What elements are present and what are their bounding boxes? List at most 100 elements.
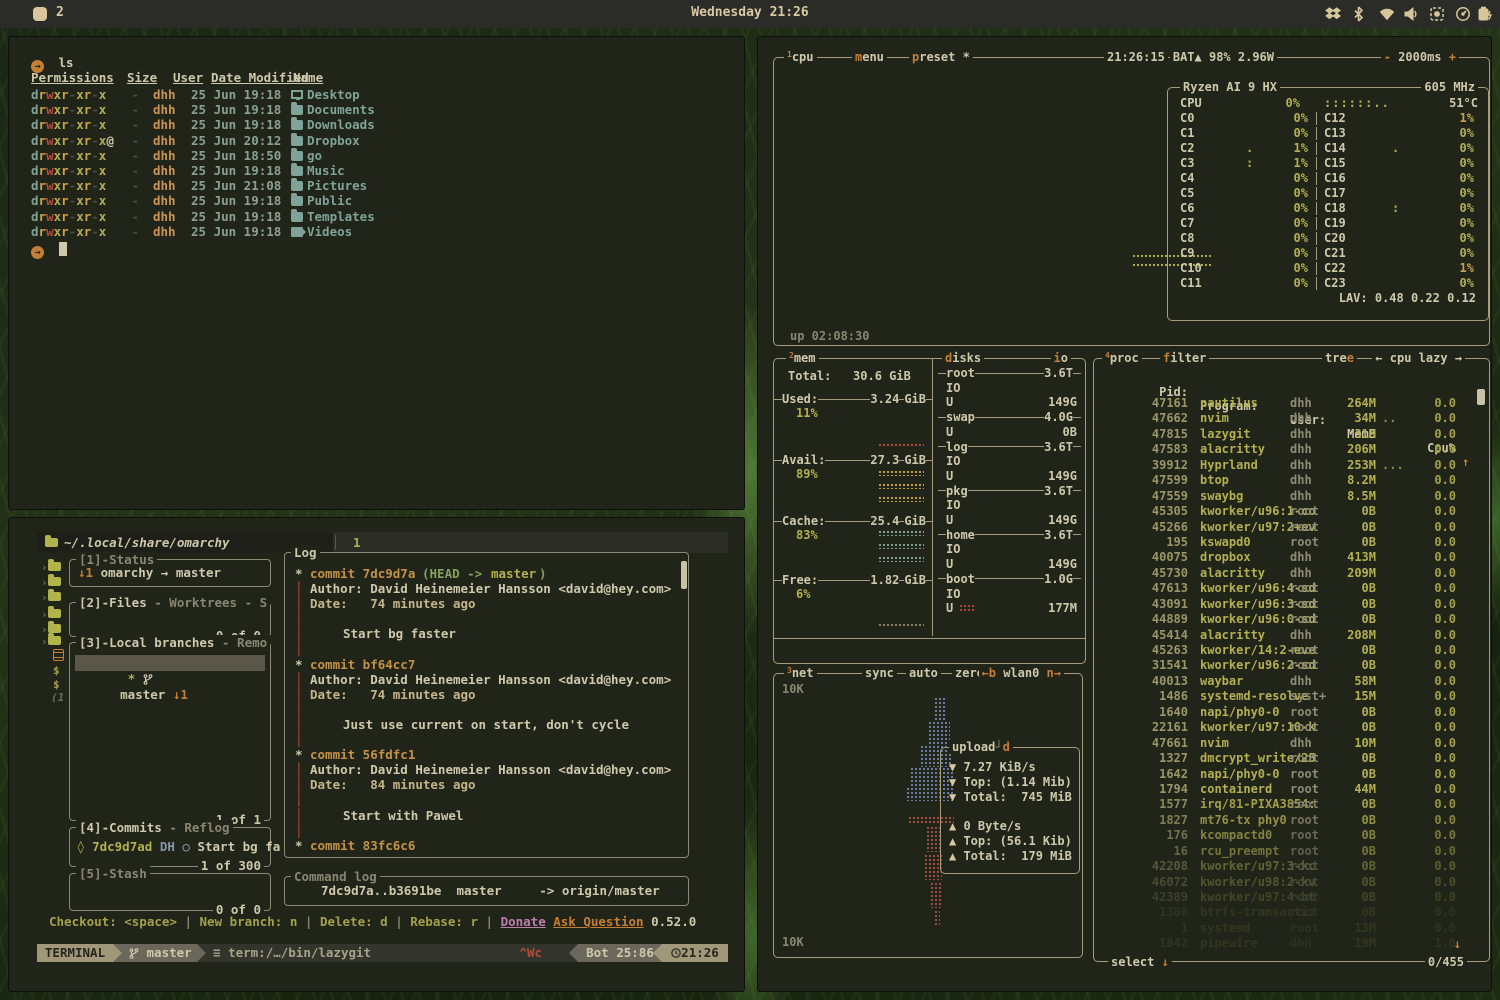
explorer-item-folder[interactable]: › [41,576,71,590]
process-row[interactable]: 47559swaybgdhh8.5M0.0 [1106,489,1472,504]
process-row[interactable]: 1827mt76-tx phy0root0B0.0 [1106,813,1472,828]
process-row[interactable]: 195kswapd0root0B0.0 [1106,535,1472,550]
panel-log[interactable]: Log *commit 7dc9d7a(HEAD -> master)│Auth… [284,552,689,858]
panel-command-log[interactable]: Command log 7dc9d7a..b3691be master -> o… [284,876,689,906]
process-row[interactable]: 1327dmcrypt_write/25root0B0.0 [1106,751,1472,766]
net-interface[interactable]: ←b wlan0 n→ [979,666,1065,680]
proc-scroll-arrow[interactable]: ↓ [1454,937,1461,951]
process-row[interactable]: 45266kworker/u97:2+evroot0B0.0 [1106,520,1472,535]
process-row[interactable]: 176kcompactd0root0B0.0 [1106,828,1472,843]
process-row[interactable]: 47583alacrittydhh206M0.0 [1106,442,1472,457]
bluetooth-icon[interactable] [1351,6,1368,22]
net-info-title[interactable]: upload┘d [949,740,1013,754]
process-row[interactable]: 1577irq/81-PIXA3854:root0B0.0 [1106,797,1472,812]
process-row[interactable]: 39912Hyprlanddhh253M...0.0 [1106,458,1472,473]
process-row[interactable]: 1systemdroot13M0.0 [1106,921,1472,936]
explorer-item-folder[interactable]: › [41,591,71,605]
log-commit-line[interactable]: *commit 83fc6c6 [295,838,678,853]
net-sync-toggle[interactable]: sync [862,666,897,680]
net-auto-toggle[interactable]: auto [906,666,941,680]
process-row[interactable]: 1640napi/phy0-0root0B0.0 [1106,705,1472,720]
ls-row: drwxr-xr-x@-dhh25 Jun 20:12Dropbox [31,133,731,148]
explorer-item-folder[interactable]: › [41,561,71,575]
cpu-gauge-icon[interactable] [1455,6,1472,22]
panel-status[interactable]: [1]-Status ↓1 omarchy → master [69,559,271,587]
screencast-icon[interactable] [1429,6,1446,22]
process-row[interactable]: 31541kworker/u96:2-sdroot0B0.0 [1106,658,1472,673]
process-row[interactable]: 1380btrfs-transactioroot0B0.0 [1106,905,1472,920]
wifi-icon[interactable] [1379,6,1396,22]
explorer-item-dollar[interactable]: $ [41,664,71,678]
update-interval[interactable]: - 2000ms + [1381,50,1459,64]
process-row[interactable]: 1842pipewiredhh19M1.0 [1106,936,1472,951]
status-row[interactable]: ↓1 omarchy → master [78,565,221,580]
proc-tree-toggle[interactable]: tree [1322,351,1357,365]
volume-icon[interactable] [1403,6,1420,22]
core-graph: . [1246,141,1253,156]
explorer-item-paren[interactable]: (1 [41,691,71,705]
log-scrollbar[interactable] [681,561,687,589]
process-row[interactable]: 47161nautilusdhh264M0.0 [1106,396,1472,411]
panel-stash[interactable]: [5]-Stash 0 of 0 [69,873,271,911]
donate-link[interactable]: Donate [501,914,546,929]
process-row[interactable]: 1794containerdroot44M0.0 [1106,782,1472,797]
process-row[interactable]: 45730alacrittydhh209M0.0 [1106,566,1472,581]
commit-row[interactable]: ◊ 7dc9d7ad DH ○ Start bg fa [77,839,280,854]
preset-button[interactable]: preset * [909,50,973,64]
process-row[interactable]: 46072kworker/u98:2-kvroot0B0.0 [1106,875,1472,890]
proc-filter-button[interactable]: filter [1160,351,1209,365]
panel-files[interactable]: [2]-Files - Worktrees - S 0 of 0 [69,602,271,637]
process-row[interactable]: 45305kworker/u96:1-coroot0B0.0 [1106,504,1472,519]
proc-scrollbar[interactable] [1477,389,1485,405]
mem-box-title[interactable]: 2mem [786,351,819,365]
process-row[interactable]: 42208kworker/u97:3-kcroot0B0.0 [1106,859,1472,874]
disk-line-io: IO [938,381,1081,395]
process-row[interactable]: 44889kworker/u96:0-sdroot0B0.0 [1106,612,1472,627]
explorer-item-scroll[interactable] [41,649,71,663]
dropbox-icon[interactable] [1325,6,1342,22]
explorer-item-folder[interactable]: › [41,608,71,622]
tab-1[interactable]: 1 [353,532,361,553]
log-commit-line[interactable]: *commit bf64cc7 [295,657,678,672]
process-row[interactable]: 1486systemd-resolvesyst+15M0.0 [1106,689,1472,704]
core-row: C110%C230% [1174,276,1482,291]
process-row[interactable]: 1642napi/phy0-0root0B0.0 [1106,767,1472,782]
log-commit-line[interactable]: *commit 56fdfc1 [295,747,678,762]
branch-row-master[interactable]: * master ↓1 [75,655,265,671]
perm-char: x [99,193,107,208]
process-row[interactable]: 47661nvimdhh10M0.0 [1106,736,1472,751]
process-row[interactable]: 43091kworker/u96:3-sdroot0B0.0 [1106,597,1472,612]
perm-char: x [99,117,107,132]
ask-question-link[interactable]: Ask Question [553,914,643,929]
proc-cpu: 0.0 [1396,581,1456,596]
disk-name: root [946,366,975,380]
explorer-item-folder[interactable]: › [41,635,71,649]
perm-char: x [54,163,62,178]
process-row[interactable]: 47613kworker/u96:4-sdroot0B0.0 [1106,581,1472,596]
disks-title[interactable]: disks [942,351,984,365]
process-row[interactable]: 22161kworker/u97:10-kroot0B0.0 [1106,720,1472,735]
process-row[interactable]: 47599btopdhh8.2M0.0 [1106,473,1472,488]
process-row[interactable]: 47815lazygitdhh31M0.0 [1106,427,1472,442]
process-row[interactable]: 42389kworker/u97:4-btroot0B0.0 [1106,890,1472,905]
explorer-item-dollar[interactable]: $ [41,678,71,692]
proc-box-title[interactable]: 4proc [1102,351,1142,365]
log-commit-line[interactable]: *commit 7dc9d7a(HEAD -> master) [295,566,678,581]
process-row[interactable]: 45414alacrittydhh208M0.0 [1106,628,1472,643]
net-box-title[interactable]: 3net [784,666,817,680]
process-row[interactable]: 47662nvimdhh34M..0.0 [1106,411,1472,426]
battery-charging-icon[interactable] [1477,6,1494,22]
menu-button[interactable]: menu [852,50,887,64]
process-row[interactable]: 40075dropboxdhh413M0.0 [1106,550,1472,565]
perm-char: - [91,178,99,193]
io-toggle[interactable]: io [1051,351,1071,365]
process-row[interactable]: 40013waybardhh58M0.0 [1106,674,1472,689]
proc-sort-nav[interactable]: ← cpu lazy → [1372,351,1465,365]
perm-char: x [54,133,62,148]
panel-branches[interactable]: [3]-Local branches - Remo * master ↓1 1 … [69,642,271,821]
panel-commits[interactable]: [4]-Commits - Reflog ◊ 7dc9d7ad DH ○ Sta… [69,827,271,867]
process-row[interactable]: 45263kworker/14:2-everoot0B0.0 [1106,643,1472,658]
cpu-box-title[interactable]: 1cpu [784,50,817,64]
proc-select-hint[interactable]: select ↓ [1108,955,1172,969]
process-row[interactable]: 16rcu_preemptroot0B0.0 [1106,844,1472,859]
